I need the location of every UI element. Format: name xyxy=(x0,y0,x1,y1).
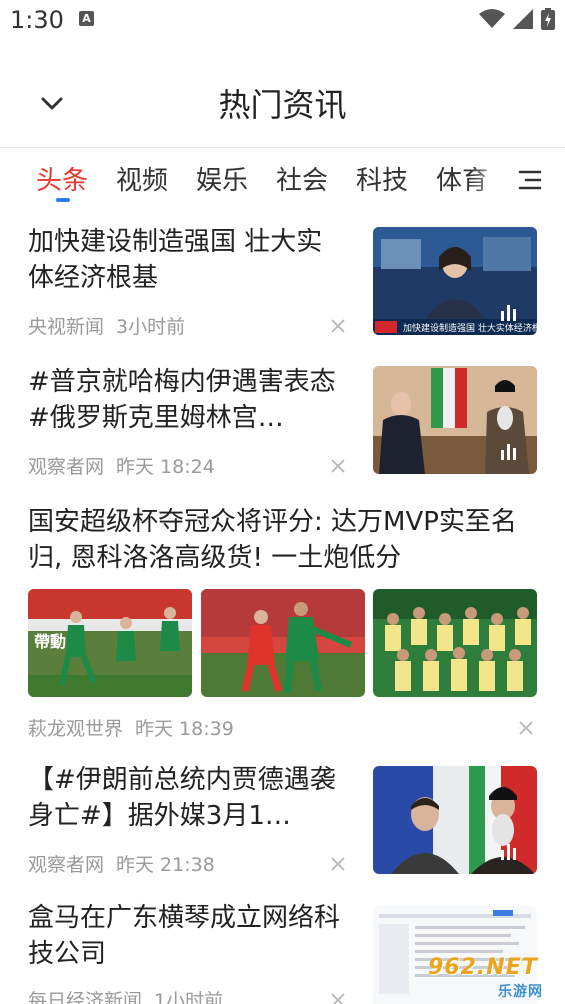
news-time: 3小时前 xyxy=(116,316,186,338)
page-title: 热门资讯 xyxy=(218,86,347,124)
tab-entertainment[interactable]: 娱乐 xyxy=(196,160,248,197)
category-tabs: 头条 视频 娱乐 社会 科技 体育 xyxy=(0,148,565,210)
video-badge-icon xyxy=(501,444,516,460)
status-icons xyxy=(479,8,555,30)
channel-menu-button[interactable] xyxy=(510,160,550,200)
news-time: 昨天 21:38 xyxy=(116,854,215,876)
news-meta: 观察者网 昨天 18:24 xyxy=(28,452,215,479)
tab-video[interactable]: 视频 xyxy=(116,160,168,197)
dismiss-button[interactable] xyxy=(516,718,536,738)
news-meta: 萩龙观世界 昨天 18:39 xyxy=(28,714,234,741)
news-thumbnail[interactable]: 加快建设制造强国 壮大实体经济根基 xyxy=(373,227,537,335)
dismiss-button[interactable] xyxy=(328,854,348,874)
dismiss-button[interactable] xyxy=(328,990,348,1004)
video-badge-icon xyxy=(501,844,516,860)
news-source: 央视新闻 xyxy=(28,316,105,338)
news-item[interactable]: #普京就哈梅内伊遇害表态#俄罗斯克里姆林宫… 观察者网 昨天 18:24 xyxy=(0,350,565,490)
news-source: 观察者网 xyxy=(28,854,105,876)
close-icon xyxy=(331,319,345,333)
dismiss-button[interactable] xyxy=(328,316,348,336)
news-time: 昨天 18:39 xyxy=(135,718,234,740)
news-source: 萩龙观世界 xyxy=(28,718,124,740)
status-bar: 1:30 A xyxy=(0,0,565,40)
news-title: #普京就哈梅内伊遇害表态#俄罗斯克里姆林宫… xyxy=(28,367,336,433)
site-watermark: 962.NET 乐游网 xyxy=(428,955,560,1000)
news-title: 盒马在广东横琴成立网络科技公司 xyxy=(28,903,341,969)
football-duel-image xyxy=(201,589,365,697)
close-icon xyxy=(331,459,345,473)
team-celebration-image xyxy=(373,589,537,697)
news-time: 1小时前 xyxy=(154,990,224,1004)
news-thumbnail[interactable] xyxy=(201,589,365,697)
news-title: 国安超级杯夺冠众将评分: 达万MVP实至名归, 恩科洛洛高级货! 一土炮低分 xyxy=(28,507,517,573)
news-meta: 观察者网 昨天 21:38 xyxy=(28,850,215,877)
dismiss-button[interactable] xyxy=(328,456,348,476)
news-thumbnail[interactable] xyxy=(373,766,537,874)
news-source: 每日经济新闻 xyxy=(28,990,143,1004)
football-match-image: 帶動 xyxy=(28,589,192,697)
news-time: 昨天 18:24 xyxy=(116,456,215,478)
news-thumbnail[interactable] xyxy=(373,589,537,697)
close-icon xyxy=(331,993,345,1004)
news-item[interactable]: 【#伊朗前总统内贾德遇袭身亡#】据外媒3月1… 观察者网 昨天 21:38 xyxy=(0,750,565,890)
news-item[interactable]: 加快建设制造强国 壮大实体经济根基 央视新闻 3小时前 加快建设制造强国 壮大实体… xyxy=(0,210,565,350)
wifi-icon xyxy=(479,9,505,28)
watermark-logo-text: 962.NET xyxy=(428,955,538,980)
tabs-fade xyxy=(470,148,510,210)
thumb-caption: 加快建设制造强国 壮大实体经济根基 xyxy=(403,322,537,334)
news-source: 观察者网 xyxy=(28,456,105,478)
status-time: 1:30 xyxy=(10,6,64,34)
news-title: 【#伊朗前总统内贾德遇袭身亡#】据外媒3月1… xyxy=(28,765,336,831)
watermark-site-name: 乐游网 xyxy=(498,984,543,1000)
hamburger-menu-icon xyxy=(518,170,542,190)
tab-headlines[interactable]: 头条 xyxy=(36,160,88,197)
svg-text:帶動: 帶動 xyxy=(34,632,66,651)
news-item[interactable]: 国安超级杯夺冠众将评分: 达万MVP实至名归, 恩科洛洛高级货! 一土炮低分 帶… xyxy=(0,490,565,750)
signal-icon xyxy=(513,9,533,29)
close-icon xyxy=(519,721,533,735)
active-tab-indicator xyxy=(56,198,70,202)
news-thumbnail[interactable] xyxy=(373,366,537,474)
news-title: 加快建设制造强国 壮大实体经济根基 xyxy=(28,227,323,293)
news-meta: 每日经济新闻 1小时前 xyxy=(28,986,223,1004)
page-header: 热门资讯 xyxy=(0,62,565,148)
close-icon xyxy=(331,857,345,871)
notification-a-icon: A xyxy=(79,11,94,26)
news-thumbnail[interactable]: 帶動 xyxy=(28,589,192,697)
battery-charging-icon xyxy=(541,8,555,30)
tab-tech[interactable]: 科技 xyxy=(356,160,408,197)
video-badge-icon xyxy=(501,305,516,321)
tab-society[interactable]: 社会 xyxy=(276,160,328,197)
news-meta: 央视新闻 3小时前 xyxy=(28,312,185,339)
